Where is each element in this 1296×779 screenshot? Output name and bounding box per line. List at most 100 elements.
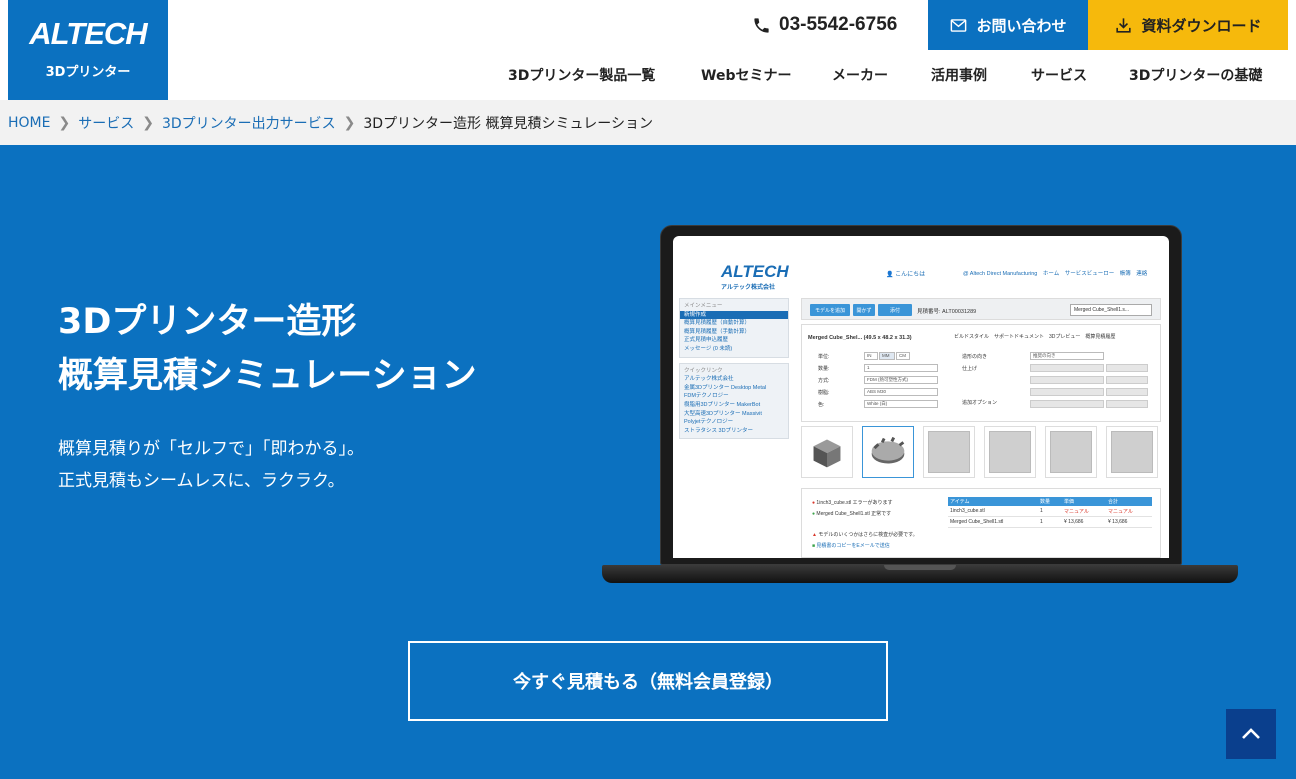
screen-main-menu: メインメニュー 新規作成 概算見積履歴（自動計算） 概算見積履歴（手動計算） 正…	[679, 298, 789, 358]
screen-color-select: White (白)	[864, 400, 938, 408]
screen-option-extra	[1106, 388, 1148, 396]
screen-link: 大型高速3Dプリンター Massivit	[684, 410, 762, 417]
screen-links-heading: クイックリンク	[684, 367, 723, 374]
screen-finish-select	[1030, 376, 1104, 384]
screen-quote-number: 見積番号: ALT00031289	[917, 309, 977, 315]
cube-model-image	[813, 439, 841, 468]
screen-user-label: こんにちは	[895, 272, 926, 278]
site-logo[interactable]: ALTECH 3Dプリンター	[8, 0, 168, 100]
title-line-2: 概算見積シミュレーション	[58, 356, 477, 396]
screen-thumb-gear	[862, 426, 914, 478]
logo-subtitle: 3Dプリンター	[45, 65, 131, 80]
page-title: 3Dプリンター造形 概算見積シミュレーション	[58, 295, 477, 403]
phone-link[interactable]: 03-5542-6756	[752, 12, 897, 38]
mail-icon: ■	[812, 543, 816, 549]
nav-item-case-studies[interactable]: 活用事例	[931, 62, 987, 88]
screen-th: 数量	[1040, 499, 1051, 505]
screen-td: 1inch3_cube.stl	[950, 508, 985, 514]
screen-model-name: Merged Cube_Shel... (49.5 x 48.2 x 31.3)	[808, 335, 912, 341]
laptop-mockup-image: ALTECH アルテック株式会社 👤 こんにちは @ Altech Direct…	[600, 225, 1240, 585]
laptop-lid: ALTECH アルテック株式会社 👤 こんにちは @ Altech Direct…	[660, 225, 1182, 565]
mail-icon	[951, 18, 967, 32]
screen-td: ¥ 13,686	[1108, 519, 1128, 525]
screen-status-mail-text: 見積書のコピーをEメールで送信	[816, 543, 890, 549]
nav-label: メーカー	[832, 68, 888, 84]
app-screenshot: ALTECH アルテック株式会社 👤 こんにちは @ Altech Direct…	[673, 236, 1169, 558]
nav-item-webinar[interactable]: Webセミナー	[701, 62, 791, 88]
screen-menu-item: 概算見積履歴（手動計算）	[684, 328, 751, 335]
nav-item-basics[interactable]: 3Dプリンターの基礎	[1129, 62, 1262, 88]
screen-thumb-placeholder	[984, 426, 1036, 478]
screen-link: アルテック株式会社	[684, 376, 734, 383]
placeholder-image	[928, 431, 970, 473]
screen-method-select: FDM (熱可塑性方式)	[864, 376, 938, 384]
screen-status-error: ● 1inch3_cube.stl エラーがあります	[812, 499, 893, 506]
screen-thumb-placeholder	[1106, 426, 1158, 478]
screen-logo-sub: アルテック株式会社	[721, 285, 775, 291]
warning-icon: ▲	[812, 532, 817, 538]
screen-field-label: 色:	[818, 402, 825, 408]
screen-thumb-placeholder	[1045, 426, 1097, 478]
screen-qty-input: 1	[864, 364, 938, 372]
screen-thumb-placeholder	[923, 426, 975, 478]
hero-lead: 概算見積りが「セルフで」「即わかる」。 正式見積もシームレスに、ラクラク。	[58, 433, 364, 497]
chevron-right-icon: ❯	[142, 114, 154, 131]
screen-unit-option: CM	[896, 352, 910, 360]
screen-menu-item: メッセージ (0 未読)	[684, 345, 733, 352]
breadcrumb: HOME ❯ サービス ❯ 3Dプリンター出力サービス ❯ 3Dプリンター造形 …	[0, 100, 1296, 145]
screen-thumb-cube	[801, 426, 853, 478]
logo-text: ALTECH	[29, 16, 147, 51]
check-icon: ●	[812, 511, 816, 517]
breadcrumb-services[interactable]: サービス	[78, 113, 134, 133]
screen-toolbar: モデルを追加 開かず 添付 見積番号: ALT00031289 Merged C…	[801, 298, 1161, 320]
screen-unit-option: MM	[879, 352, 895, 360]
screen-attach-button: 添付	[878, 304, 912, 316]
nav-item-makers[interactable]: メーカー	[832, 62, 888, 88]
screen-finish-extra	[1106, 364, 1148, 372]
gear-model-image	[871, 436, 905, 464]
nav-label: Webセミナー	[701, 68, 792, 84]
screen-model-select: Merged Cube_Shell1.s...	[1070, 304, 1152, 316]
screen-field-label: 追加オプション	[962, 400, 998, 406]
screen-th: 単価	[1064, 499, 1075, 505]
contact-label: お問い合わせ	[976, 16, 1067, 35]
download-button[interactable]: 資料ダウンロード	[1088, 0, 1288, 50]
screen-model-panel: Merged Cube_Shel... (49.5 x 48.2 x 31.3)…	[801, 324, 1161, 422]
screen-unit-option: IN	[864, 352, 878, 360]
nav-item-products[interactable]: 3Dプリンター製品一覧	[508, 62, 655, 88]
back-to-top-button[interactable]	[1226, 709, 1276, 759]
screen-quick-links: クイックリンク アルテック株式会社 金属3Dプリンター Desktop Meta…	[679, 362, 789, 440]
screen-topnav: @ Altech Direct Manufacturing ホーム サービスビュ…	[963, 271, 1148, 277]
screen-td: マニュアル	[1064, 508, 1089, 515]
screen-field-label: 数量:	[818, 366, 830, 372]
screen-option-select	[1030, 400, 1104, 408]
placeholder-image	[1111, 431, 1153, 473]
screen-result-panel: ● 1inch3_cube.stl エラーがあります ● Merged Cube…	[801, 488, 1161, 558]
screen-td: 1	[1040, 519, 1043, 525]
estimate-now-button[interactable]: 今すぐ見積もる（無料会員登録）	[408, 641, 888, 721]
screen-finish-extra	[1106, 376, 1148, 384]
screen-td: Merged Cube_Shell1.stl	[950, 519, 1004, 525]
screen-option-extra	[1106, 400, 1148, 408]
download-label: 資料ダウンロード	[1141, 16, 1262, 35]
screen-link: Polyjetテクノロジー	[684, 419, 734, 426]
nav-item-services[interactable]: サービス	[1031, 62, 1087, 88]
screen-open-button: 開かず	[853, 304, 875, 316]
screen-status-warn: ▲ モデルのいくつかはさらに検査が必要です。	[812, 531, 918, 538]
laptop-notch	[884, 565, 956, 570]
screen-panel-actions: ビルドスタイル サポートドキュメント 3Dプレビュー 概算見積履歴	[954, 334, 1116, 340]
hero-section: 3Dプリンター造形 概算見積シミュレーション 概算見積りが「セルフで」「即わかる…	[0, 145, 1296, 779]
contact-button[interactable]: お問い合わせ	[928, 0, 1088, 50]
screen-link: ストラタシス 3Dプリンター	[684, 427, 754, 434]
breadcrumb-home[interactable]: HOME	[8, 115, 50, 131]
screen-table-row: 1inch3_cube.stl 1 マニュアル マニュアル	[948, 506, 1152, 517]
screen-th: 合計	[1108, 499, 1119, 505]
screen-field-label: 仕上げ	[962, 366, 978, 372]
nav-label: 3Dプリンター製品一覧	[508, 68, 656, 84]
screen-field-label: 方式:	[818, 378, 830, 384]
breadcrumb-output-service[interactable]: 3Dプリンター出力サービス	[162, 113, 336, 133]
screen-td: 1	[1040, 508, 1043, 514]
screen-menu-item: 概算見積履歴（自動計算）	[684, 320, 751, 327]
title-line-1: 3Dプリンター造形	[58, 302, 357, 342]
screen-td: マニュアル	[1108, 508, 1133, 515]
